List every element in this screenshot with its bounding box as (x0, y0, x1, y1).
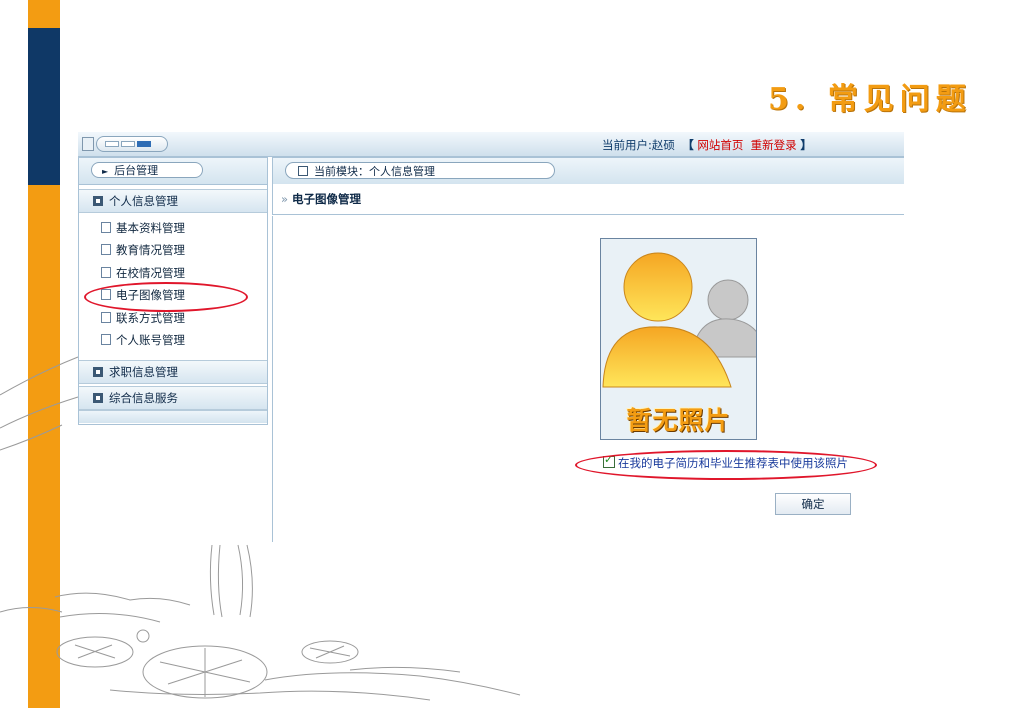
photo-frame: 暂无照片 (600, 238, 757, 440)
document-icon (101, 244, 111, 255)
document-icon (101, 222, 111, 233)
bracket-close: 】 (800, 138, 812, 152)
module-header: 当前模块：个人信息管理 (272, 157, 904, 185)
double-arrow-icon: » (281, 192, 289, 206)
current-user-name: 赵硕 (651, 138, 675, 152)
document-icon (101, 267, 111, 278)
module-tab: 当前模块：个人信息管理 (285, 162, 555, 179)
current-user-label: 当前用户: (602, 138, 652, 152)
highlight-ring-sidebar (84, 282, 248, 312)
collapse-icon (93, 196, 103, 206)
sidebar-group-personal[interactable]: 个人信息管理 (79, 189, 267, 213)
confirm-button[interactable]: 确定 (775, 493, 851, 515)
document-icon (101, 312, 111, 323)
expand-icon (93, 367, 103, 377)
sidebar-item-label: 在校情况管理 (116, 266, 185, 280)
bracket-open: 【 (682, 138, 694, 152)
no-photo-label: 暂无照片 (626, 406, 731, 435)
sidebar-item-label: 基本资料管理 (116, 221, 185, 235)
top-toolbar: 当前用户:赵硕 【 网站首页 重新登录 】 (78, 132, 904, 157)
app-screenshot: 当前用户:赵硕 【 网站首页 重新登录 】 ► 后台管理 个人信息管理 基本资料管… (78, 132, 904, 542)
section-header: » 电子图像管理 (272, 184, 904, 215)
content-panel: 暂无照片 在我的电子简历和毕业生推荐表中使用该照片 确定 (272, 216, 904, 542)
home-link[interactable]: 网站首页 (697, 138, 743, 152)
group-label: 综合信息服务 (109, 391, 178, 405)
backend-management-label: 后台管理 (114, 164, 159, 177)
view-toggle[interactable] (96, 136, 168, 152)
sidebar-footer (79, 410, 267, 423)
sidebar-item-basic-info[interactable]: 基本资料管理 (101, 219, 185, 237)
sidebar-item-label: 联系方式管理 (116, 311, 185, 325)
sidebar-group-job[interactable]: 求职信息管理 (79, 360, 267, 384)
sidebar-group-services[interactable]: 综合信息服务 (79, 386, 267, 410)
group-label: 个人信息管理 (109, 194, 178, 208)
relogin-link[interactable]: 重新登录 (751, 138, 797, 152)
document-icon (101, 334, 111, 345)
module-label: 当前模块：个人信息管理 (314, 165, 435, 178)
window-icon (82, 137, 94, 151)
sidebar-item-campus[interactable]: 在校情况管理 (101, 264, 185, 282)
play-icon: ► (102, 167, 109, 176)
section-title: 电子图像管理 (292, 192, 362, 206)
sidebar-item-education[interactable]: 教育情况管理 (101, 241, 185, 259)
expand-icon (93, 393, 103, 403)
group-label: 求职信息管理 (109, 365, 178, 379)
sidebar-item-label: 个人账号管理 (116, 333, 185, 347)
sidebar-item-label: 教育情况管理 (116, 243, 185, 257)
sidebar-item-account[interactable]: 个人账号管理 (101, 331, 185, 349)
highlight-ring-checkbox (575, 450, 877, 480)
user-info: 当前用户:赵硕 【 网站首页 重新登录 】 (602, 137, 812, 153)
sidebar-header: ► 后台管理 (79, 158, 267, 185)
backend-management-button[interactable]: ► 后台管理 (91, 162, 203, 178)
module-icon (298, 166, 308, 176)
